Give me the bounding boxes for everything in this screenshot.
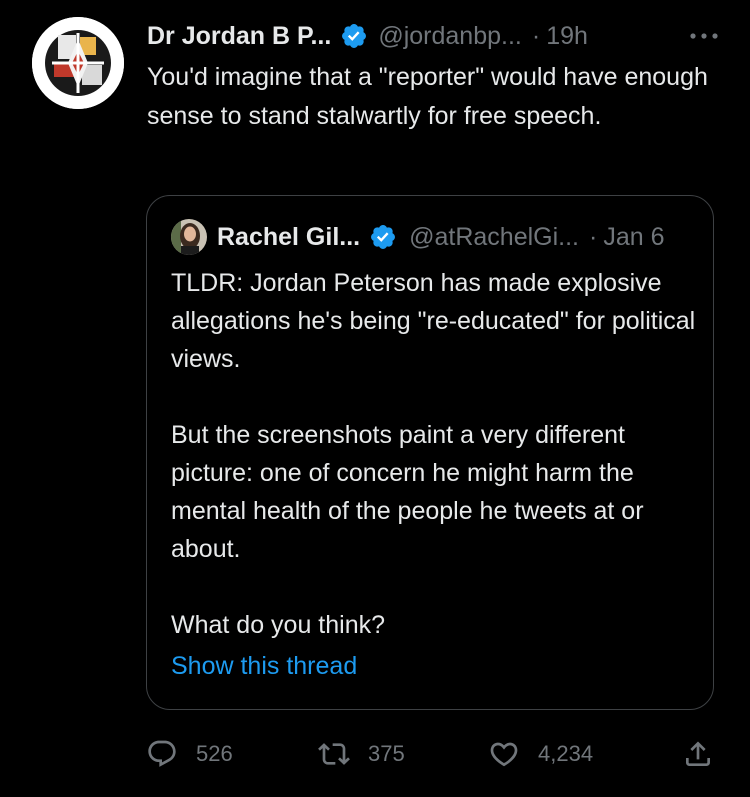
share-icon — [686, 741, 710, 766]
reply-count: 526 — [196, 741, 233, 766]
reply-button[interactable]: 526 — [146, 732, 233, 776]
separator-dot: · — [531, 21, 541, 50]
show-thread-link[interactable]: Show this thread — [171, 652, 357, 681]
tweet-text: You'd imagine that a "reporter" would ha… — [147, 63, 708, 130]
reply-icon — [148, 740, 176, 767]
person-avatar-icon — [171, 219, 207, 255]
heart-icon — [490, 742, 518, 767]
quoted-tweet-timestamp[interactable]: Jan 6 — [603, 223, 664, 252]
quoted-author-avatar[interactable] — [171, 219, 207, 255]
logo-avatar-icon — [32, 17, 124, 109]
retweet-count: 375 — [368, 741, 405, 766]
like-button[interactable]: 4,234 — [488, 732, 593, 776]
quoted-author-handle[interactable]: @atRachelGi... — [409, 223, 579, 252]
retweet-icon — [318, 743, 350, 765]
tweet-actions: 526 375 4,234 — [146, 732, 721, 776]
quoted-tweet[interactable]: Rachel Gil... @atRachelGi... · Jan 6 TLD… — [146, 195, 714, 710]
more-options-icon[interactable] — [684, 24, 724, 48]
separator-dot: · — [589, 222, 598, 251]
tweet-header: Dr Jordan B P... @jordanbp... · 19h — [147, 18, 588, 54]
like-count: 4,234 — [538, 741, 594, 766]
retweet-button[interactable]: 375 — [318, 732, 405, 776]
quoted-author-name[interactable]: Rachel Gil... — [217, 223, 360, 252]
quoted-tweet-header: Rachel Gil... @atRachelGi... · Jan 6 — [217, 219, 665, 255]
verified-badge-icon — [371, 225, 396, 249]
tweet-timestamp[interactable]: 19h — [546, 22, 588, 51]
share-button[interactable] — [682, 732, 714, 776]
profile-avatar[interactable] — [32, 17, 124, 109]
author-handle[interactable]: @jordanbp... — [378, 22, 522, 51]
tweet: Dr Jordan B P... @jordanbp... · 19h You'… — [0, 0, 750, 797]
quoted-tweet-text: TLDR: Jordan Peterson has made explosive… — [171, 269, 696, 639]
author-name[interactable]: Dr Jordan B P... — [147, 22, 331, 51]
verified-badge-icon — [342, 24, 367, 48]
